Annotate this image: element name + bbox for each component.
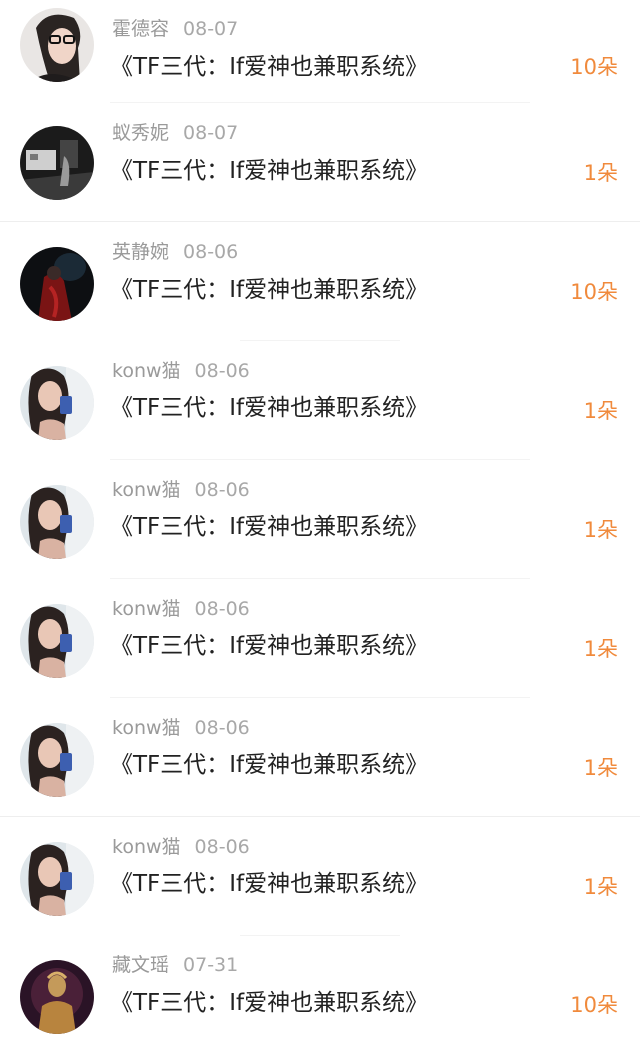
- list-item[interactable]: konw猫 08-06 《TF三代：If爱神也兼职系统》 1朵: [0, 817, 640, 936]
- gift-count: 10朵: [570, 993, 618, 1017]
- username[interactable]: konw猫: [112, 479, 181, 501]
- date: 08-06: [194, 598, 250, 620]
- list-item[interactable]: konw猫 08-06 《TF三代：If爱神也兼职系统》 1朵: [0, 460, 640, 579]
- list-item[interactable]: 英静婉 08-06 《TF三代：If爱神也兼职系统》 10朵: [0, 222, 640, 341]
- username[interactable]: konw猫: [112, 836, 181, 858]
- user-meta: konw猫 08-06: [112, 713, 250, 740]
- username[interactable]: 霍德容: [112, 18, 169, 40]
- book-title[interactable]: 《TF三代：If爱神也兼职系统》: [110, 270, 428, 304]
- user-meta: konw猫 08-06: [112, 832, 250, 859]
- avatar[interactable]: [20, 126, 94, 200]
- user-meta: 蚁秀妮 08-07: [112, 118, 238, 145]
- avatar[interactable]: [20, 485, 94, 559]
- gift-count: 1朵: [583, 756, 618, 780]
- book-title[interactable]: 《TF三代：If爱神也兼职系统》: [110, 151, 428, 185]
- user-meta: 藏文瑶 07-31: [112, 950, 238, 977]
- list-item[interactable]: konw猫 08-06 《TF三代：If爱神也兼职系统》 1朵: [0, 341, 640, 460]
- date: 08-06: [194, 479, 250, 501]
- list-item[interactable]: konw猫 08-06 《TF三代：If爱神也兼职系统》 1朵: [0, 698, 640, 817]
- date: 08-07: [183, 122, 239, 144]
- avatar[interactable]: [20, 960, 94, 1034]
- gift-count: 1朵: [583, 637, 618, 661]
- list-item[interactable]: 霍德容 08-07 《TF三代：If爱神也兼职系统》 10朵: [0, 0, 640, 103]
- date: 08-06: [194, 717, 250, 739]
- user-meta: 霍德容 08-07: [112, 14, 238, 41]
- gift-count: 1朵: [583, 399, 618, 423]
- gift-count: 1朵: [583, 161, 618, 185]
- gift-count: 1朵: [583, 875, 618, 899]
- date: 08-07: [183, 18, 239, 40]
- date: 08-06: [183, 241, 239, 263]
- date: 08-06: [194, 836, 250, 858]
- gift-record-list: 霍德容 08-07 《TF三代：If爱神也兼职系统》 10朵 蚁秀妮 08-07 《…: [0, 0, 640, 1056]
- username[interactable]: 英静婉: [112, 241, 169, 263]
- book-title[interactable]: 《TF三代：If爱神也兼职系统》: [110, 983, 428, 1017]
- book-title[interactable]: 《TF三代：If爱神也兼职系统》: [110, 47, 428, 81]
- username[interactable]: konw猫: [112, 717, 181, 739]
- book-title[interactable]: 《TF三代：If爱神也兼职系统》: [110, 507, 428, 541]
- user-meta: konw猫 08-06: [112, 594, 250, 621]
- avatar[interactable]: [20, 8, 94, 82]
- avatar[interactable]: [20, 604, 94, 678]
- date: 08-06: [194, 360, 250, 382]
- list-item[interactable]: 蚁秀妮 08-07 《TF三代：If爱神也兼职系统》 1朵: [0, 103, 640, 222]
- book-title[interactable]: 《TF三代：If爱神也兼职系统》: [110, 626, 428, 660]
- date: 07-31: [183, 954, 239, 976]
- username[interactable]: konw猫: [112, 360, 181, 382]
- avatar[interactable]: [20, 842, 94, 916]
- username[interactable]: 蚁秀妮: [112, 122, 169, 144]
- book-title[interactable]: 《TF三代：If爱神也兼职系统》: [110, 864, 428, 898]
- avatar[interactable]: [20, 723, 94, 797]
- user-meta: konw猫 08-06: [112, 356, 250, 383]
- list-item[interactable]: 藏文瑶 07-31 《TF三代：If爱神也兼职系统》 10朵: [0, 936, 640, 1055]
- gift-count: 10朵: [570, 280, 618, 304]
- avatar[interactable]: [20, 247, 94, 321]
- gift-count: 10朵: [570, 55, 618, 79]
- book-title[interactable]: 《TF三代：If爱神也兼职系统》: [110, 388, 428, 422]
- avatar[interactable]: [20, 366, 94, 440]
- user-meta: konw猫 08-06: [112, 475, 250, 502]
- username[interactable]: konw猫: [112, 598, 181, 620]
- gift-count: 1朵: [583, 518, 618, 542]
- book-title[interactable]: 《TF三代：If爱神也兼职系统》: [110, 745, 428, 779]
- user-meta: 英静婉 08-06: [112, 237, 238, 264]
- list-item[interactable]: konw猫 08-06 《TF三代：If爱神也兼职系统》 1朵: [0, 579, 640, 698]
- username[interactable]: 藏文瑶: [112, 954, 169, 976]
